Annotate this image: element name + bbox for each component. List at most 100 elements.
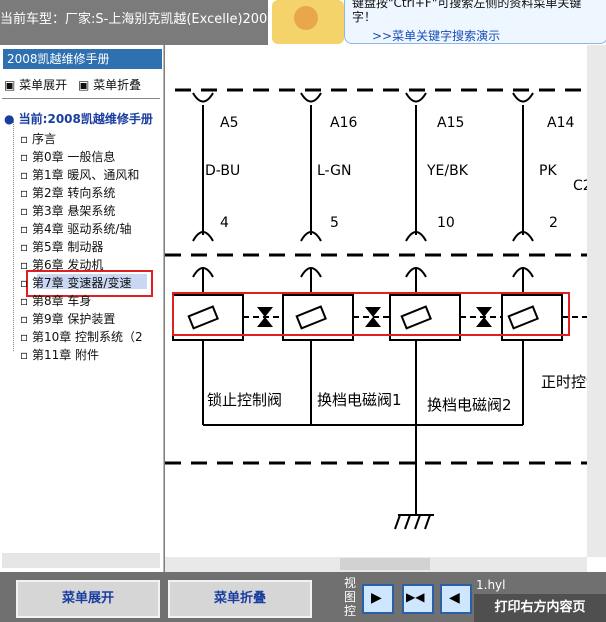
solenoid-icon [400,305,432,330]
wiring-diagram: A5 D-BU 4 锁止控制阀 A16 L-GN 5 换档电磁阀1 A15 YE… [165,88,606,530]
expand-menu-button[interactable]: 菜单展开 [16,580,160,618]
tree-item-ch0[interactable]: ▫ 第0章 一般信息 [20,148,115,165]
doc-icon: ▫ [20,186,29,200]
split-arrows-icon: ▶◀ [406,590,425,604]
tree-item-label: 第10章 控制系统（2 [31,330,143,344]
mascot-icon [272,0,344,44]
pin-label: A14 [547,115,574,131]
tree-item-preface[interactable]: ▫ 序言 [20,130,56,147]
ground-symbol [394,514,401,530]
tree-root[interactable]: ● 当前:2008凯越维修手册 [4,110,153,127]
wire-color: L-GN [317,163,351,179]
tree-item-label: 第4章 驱动系统/轴 [31,222,132,236]
circuit-a5: A5 D-BU 4 锁止控制阀 [172,92,282,425]
manual-title: 2008凯越维修手册 [3,49,162,69]
tree-item-label: 第8章 车身 [31,294,92,308]
circuit-a15: A15 YE/BK 10 换档电磁阀2 [389,92,512,515]
wire-color: PK [539,163,557,179]
valve-box [172,294,244,341]
tree-root-label: 当前:2008凯越维修手册 [18,112,153,126]
tree-item-ch6[interactable]: ▫ 第6章 发动机 [20,256,103,273]
arrow-right-icon: ▶ [371,590,382,606]
bowtie-icon [476,307,492,327]
valve-label: 换档电磁阀1 [317,391,402,409]
solenoid-icon [187,305,219,330]
tree-item-label: 序言 [31,132,56,146]
tree-item-ch1[interactable]: ▫ 第1章 暖风、通风和 [20,166,139,183]
menu-expand-link[interactable]: ▣ 菜单展开 [4,76,67,93]
view-right-button[interactable]: ▶ [362,584,394,614]
doc-icon: ▫ [20,276,29,290]
connector-top-icon [405,92,427,103]
arrow-left-icon: ◀ [449,590,460,606]
bowtie-icon [257,307,273,327]
valve-box [282,294,354,341]
ground-symbol [404,514,411,530]
search-demo-link[interactable]: >>菜单关键字搜索演示 [372,27,500,44]
doc-icon: ▫ [20,240,29,254]
tree-item-ch10[interactable]: ▫ 第10章 控制系统（2 [20,328,143,345]
vehicle-title: 当前车型：厂家:S-上海别克凯越(Excelle)2008 [0,12,276,27]
collapse-menu-button[interactable]: 菜单折叠 [168,580,312,618]
connector-top-icon [300,92,322,103]
valve-label: 锁止控制阀 [207,391,282,409]
file-name: 1.hyl [476,578,506,592]
pin-number: 10 [437,215,455,231]
view-control-label: 视图控 [344,576,357,618]
menu-collapse-label: 菜单折叠 [93,78,142,92]
print-button[interactable]: 打印右方内容页 [474,594,606,622]
tree-item-label: 第11章 附件 [31,348,100,362]
pin-number: 5 [330,215,339,231]
doc-icon: ▫ [20,258,29,272]
diagram-panel: A5 D-BU 4 锁止控制阀 A16 L-GN 5 换档电磁阀1 A15 YE… [165,45,606,572]
tree-item-label: 第5章 制动器 [31,240,104,254]
ground-symbol [424,514,431,530]
tree-item-ch7[interactable]: ▫ 第7章 变速器/变速 [20,274,131,291]
valve-box [501,294,563,341]
tree-item-ch9[interactable]: ▫ 第9章 保护装置 [20,310,115,327]
solenoid-icon [507,305,539,330]
doc-icon: ▫ [20,330,29,344]
wire-color: YE/BK [426,163,469,179]
tree-item-ch4[interactable]: ▫ 第4章 驱动系统/轴 [20,220,131,237]
tree-item-label: 第7章 变速器/变速 [31,276,132,290]
wire-color: D-BU [205,163,240,179]
tree-item-label: 第0章 一般信息 [31,150,116,164]
tree-item-label: 第9章 保护装置 [31,312,116,326]
diagram-vertical-scrollbar[interactable] [587,45,606,557]
sidebar-divider [2,98,160,99]
tree-item-label: 第6章 发动机 [31,258,104,272]
pin-number: 2 [549,215,558,231]
doc-icon: ▫ [20,204,29,218]
tree-item-ch11[interactable]: ▫ 第11章 附件 [20,346,99,363]
connector-top-icon [512,92,534,103]
doc-icon: ▫ [20,132,29,146]
pin-label: A16 [330,115,357,131]
tree-item-ch8[interactable]: ▫ 第8章 车身 [20,292,91,309]
menu-collapse-icon: ▣ [78,78,90,92]
doc-icon: ▫ [20,168,29,182]
sidebar-horizontal-scrollbar[interactable] [2,553,160,568]
tree-item-label: 第1章 暖风、通风和 [31,168,140,182]
tree-item-ch2[interactable]: ▫ 第2章 转向系统 [20,184,115,201]
tree-item-label: 第3章 悬架系统 [31,204,116,218]
pin-number: 4 [220,215,229,231]
tree-item-label: 第2章 转向系统 [31,186,116,200]
scroll-thumb[interactable] [340,558,430,570]
menu-expand-icon: ▣ [4,78,16,92]
menu-collapse-link[interactable]: ▣ 菜单折叠 [78,76,141,93]
solenoid-icon [295,305,327,330]
search-hint: 键盘按"Ctrl+F"可搜索左侧的资料菜单关键字！ [352,0,582,24]
doc-icon: ▫ [20,150,29,164]
menu-expand-label: 菜单展开 [19,78,68,92]
doc-icon: ▫ [20,312,29,326]
tree-item-ch3[interactable]: ▫ 第3章 悬架系统 [20,202,115,219]
connector-top-icon [192,92,214,103]
doc-icon: ▫ [20,294,29,308]
ground-symbol [414,514,421,530]
valve-label: 换档电磁阀2 [427,396,512,414]
tree-guide-line [13,121,15,351]
tree-item-ch5[interactable]: ▫ 第5章 制动器 [20,238,103,255]
view-split-button[interactable]: ▶◀ [402,584,434,614]
view-left-button[interactable]: ◀ [440,584,472,614]
